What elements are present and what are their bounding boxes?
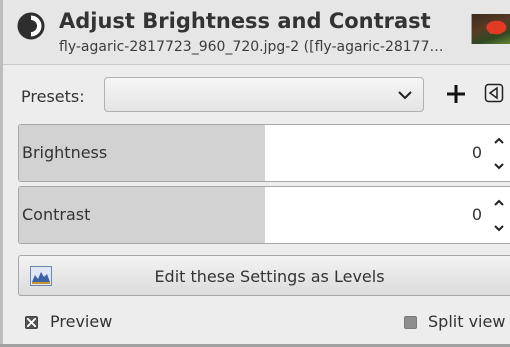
dialog-header: Adjust Brightness and Contrast fly-agari… [3,0,510,65]
split-view-label[interactable]: Split view [428,312,505,331]
chevron-down-icon[interactable] [492,221,506,235]
contrast-value[interactable]: 0 [472,205,482,224]
brightness-value[interactable]: 0 [472,143,482,162]
presets-combo[interactable] [104,77,424,112]
plus-icon [447,85,465,103]
chevron-down-icon[interactable] [492,159,506,173]
split-view-checkbox[interactable] [404,316,417,329]
edit-as-levels-label: Edit these Settings as Levels [154,267,385,286]
chevron-up-icon[interactable] [492,134,506,148]
triangle-menu-icon [484,83,504,103]
preview-checkbox[interactable] [25,316,38,329]
presets-label: Presets: [21,87,85,106]
chevron-down-icon [398,91,412,100]
preview-label[interactable]: Preview [50,312,112,331]
edit-as-levels-button[interactable]: Edit these Settings as Levels [18,255,510,296]
image-thumbnail [471,14,510,44]
add-preset-button[interactable] [443,80,469,108]
dialog-title: Adjust Brightness and Contrast [59,9,431,33]
presets-menu-button[interactable] [484,83,504,103]
image-subtitle: fly-agaric-2817723_960_720.jpg-2 ([fly-a… [59,39,444,55]
brightness-label: Brightness [22,143,108,162]
brightness-spin-scale[interactable]: Brightness 0 [18,124,510,182]
contrast-spin-scale[interactable]: Contrast 0 [18,186,510,244]
contrast-label: Contrast [22,205,91,224]
chevron-up-icon[interactable] [492,196,506,210]
brightness-contrast-icon [17,12,45,40]
